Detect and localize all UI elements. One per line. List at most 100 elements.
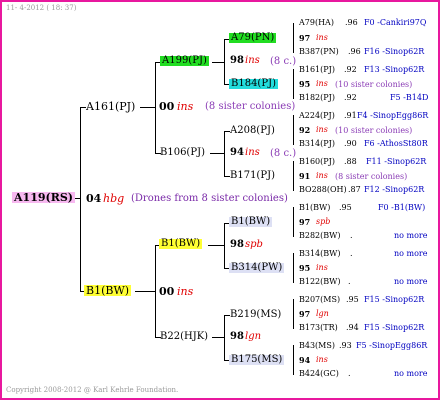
gp-4-id[interactable]: B22(HJK): [160, 332, 208, 342]
row-11-num: .87: [348, 185, 361, 194]
ggp-5-id[interactable]: B1(BW): [229, 217, 273, 227]
row-7-breed: ins: [316, 125, 328, 134]
row-18-info[interactable]: F15 -Sinop62R: [364, 296, 424, 304]
row-23-num: .: [348, 369, 351, 378]
gp-1-sisters: (8 c.): [270, 56, 297, 67]
row-9-id[interactable]: B160(PJ): [299, 158, 335, 166]
row-11-info[interactable]: F12 -Sinop62R: [364, 186, 424, 194]
row-19-breed: lgn: [316, 309, 329, 318]
row-7-sisters: (10 sister colonies): [335, 126, 413, 135]
row-5-info[interactable]: F5 -B14D: [390, 94, 428, 102]
row-14-id[interactable]: B282(BW): [299, 232, 341, 240]
row-4-breed: ins: [316, 79, 328, 88]
row-2-num: .96: [348, 47, 361, 56]
row-20-id[interactable]: B173(TR): [299, 324, 338, 332]
row-14-num: .: [350, 231, 353, 240]
copyright-notice: Copyright 2008-2012 @ Karl Kehrle Founda…: [6, 386, 179, 394]
row-14-info[interactable]: no more: [394, 232, 427, 240]
row-5-id[interactable]: B182(PJ): [299, 94, 335, 102]
ggp-7-id[interactable]: B219(MS): [230, 310, 281, 320]
root-bracket: [80, 107, 81, 292]
row-6-num: .91: [344, 111, 357, 120]
root-id[interactable]: A119(RS): [12, 192, 75, 203]
row-12-num: .95: [339, 203, 352, 212]
root-drones: (Drones from 8 sister colonies): [131, 193, 288, 204]
row-2-info[interactable]: F16 -Sinop62R: [364, 48, 424, 56]
gp-4-year: 98: [230, 331, 244, 342]
parent-1-breed: ins: [177, 100, 194, 113]
row-22-year: 94: [299, 355, 311, 365]
row-0-id[interactable]: A79(HA): [299, 19, 334, 27]
row-23-info[interactable]: no more: [394, 370, 427, 378]
ggp-3-id[interactable]: A208(PJ): [230, 126, 275, 136]
parent-2-breed: ins: [177, 285, 194, 298]
row-9-info[interactable]: F11 -Sinop62R: [366, 158, 426, 166]
row-1-breed: ins: [316, 33, 328, 42]
row-18-num: .95: [346, 295, 359, 304]
row-0-info[interactable]: F0 -Cankiri97Q: [364, 19, 426, 27]
row-22-breed: ins: [316, 355, 328, 364]
ggp-4-id[interactable]: B171(PJ): [230, 171, 275, 181]
row-8-info[interactable]: F6 -AthosSt80R: [364, 140, 428, 148]
gp-1-id[interactable]: A199(PJ): [160, 56, 209, 66]
pedigree-page: 11- 4-2012 ( 18: 37) A119(RS) 04 hbg (Dr…: [0, 0, 440, 400]
row-20-num: .94: [346, 323, 359, 332]
row-11-id[interactable]: BO288(OH): [299, 186, 347, 194]
row-4-year: 95: [299, 79, 311, 89]
row-21-id[interactable]: B43(MS): [299, 342, 335, 350]
row-4-sisters: (10 sister colonies): [335, 80, 413, 89]
row-10-breed: ins: [316, 171, 328, 180]
gp-1-year: 98: [230, 55, 244, 66]
gp-3-id[interactable]: B1(BW): [159, 239, 203, 249]
row-15-info[interactable]: no more: [394, 250, 427, 258]
gp-2-breed: ins: [245, 147, 260, 158]
gp-2-sisters: (8 c.): [270, 148, 297, 159]
row-17-id[interactable]: B122(BW): [299, 278, 341, 286]
parent-1-sisters: (8 sister colonies): [205, 101, 296, 112]
ggp-6-id[interactable]: B314(PW): [229, 263, 285, 273]
gp-2-id[interactable]: B106(PJ): [160, 148, 205, 158]
parent-2-id[interactable]: B1(BW): [84, 285, 132, 296]
row-3-id[interactable]: B161(PJ): [299, 66, 335, 74]
row-10-sisters: (8 sister colonies): [335, 172, 408, 181]
row-17-info[interactable]: no more: [394, 278, 427, 286]
row-16-breed: ins: [316, 263, 328, 272]
p2-bracket: [155, 245, 156, 338]
row-13-year: 97: [299, 217, 311, 227]
ggp-8-id[interactable]: B175(MS): [229, 355, 285, 365]
row-12-info[interactable]: F0 -B1(BW): [378, 204, 425, 212]
p1-bracket: [155, 62, 156, 154]
parent-1-id[interactable]: A161(PJ): [86, 101, 135, 112]
row-2-id[interactable]: B387(PN): [299, 48, 339, 56]
row-3-info[interactable]: F13 -Sinop62R: [364, 66, 424, 74]
row-20-info[interactable]: F15 -Sinop62R: [364, 324, 424, 332]
parent-2-year: 00: [159, 285, 175, 298]
row-23-id[interactable]: B424(GC): [299, 370, 339, 378]
row-6-info[interactable]: F4 -SinopEgg86R: [357, 112, 428, 120]
gp-1-breed: ins: [245, 55, 260, 66]
row-1-year: 97: [299, 33, 311, 43]
row-18-id[interactable]: B207(MS): [299, 296, 340, 304]
ggp-1-id[interactable]: A79(PN): [229, 33, 277, 43]
row-8-num: .90: [344, 139, 357, 148]
row-10-year: 91: [299, 171, 311, 181]
row-13-breed: spb: [316, 217, 331, 226]
ggp-2-id[interactable]: B184(PJ): [229, 79, 278, 89]
row-15-num: .: [350, 249, 353, 258]
row-17-num: .: [348, 277, 351, 286]
root-year: 04: [86, 192, 102, 205]
gp-2-year: 94: [230, 147, 244, 158]
row-6-id[interactable]: A224(PJ): [299, 112, 335, 120]
row-3-num: .92: [344, 65, 357, 74]
gp-3-year: 98: [230, 239, 244, 250]
row-15-id[interactable]: B314(BW): [299, 250, 341, 258]
row-5-num: .92: [344, 93, 357, 102]
row-8-id[interactable]: B314(PJ): [299, 140, 335, 148]
row-12-id[interactable]: B1(BW): [299, 204, 330, 212]
gp-4-breed: lgn: [245, 331, 262, 342]
row-21-info[interactable]: F5 -SinopEgg86R: [356, 342, 427, 350]
root-breed: hbg: [103, 192, 125, 205]
row-7-year: 92: [299, 125, 311, 135]
row-19-year: 97: [299, 309, 311, 319]
row-9-num: .88: [344, 157, 357, 166]
